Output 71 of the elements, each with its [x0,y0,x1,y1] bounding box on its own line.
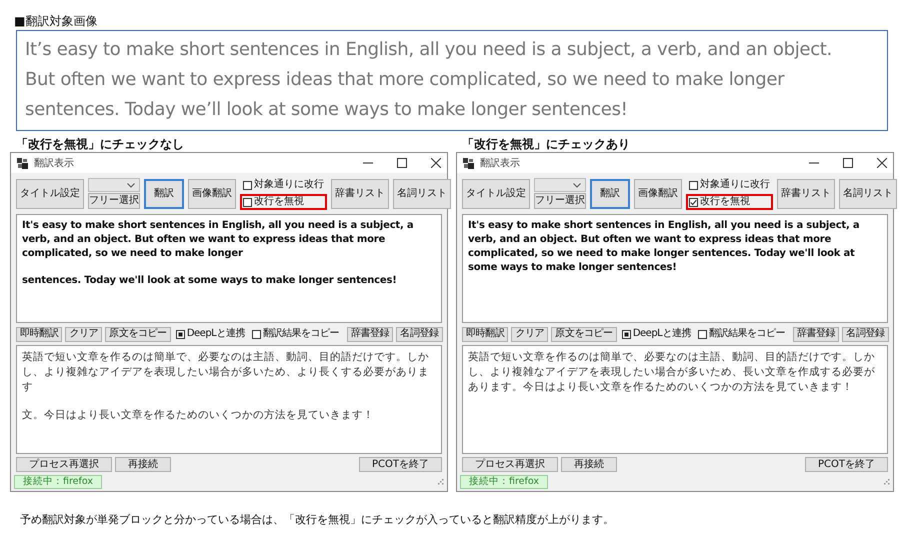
process-button[interactable]: 再接続 [561,457,617,472]
dictionary-list-button[interactable]: 辞書リスト [777,178,835,208]
checkbox-option[interactable]: 翻訳結果をコピー [250,326,341,342]
resize-grip-icon[interactable] [884,479,890,485]
window-title: 翻訳表示 [480,156,520,170]
action-button[interactable]: 原文をコピー [105,326,171,342]
dictionary-list-button[interactable]: 辞書リスト [331,178,389,208]
dropdown-field[interactable] [534,178,586,192]
section-heading: ■翻訳対象画像 [14,14,98,28]
checkbox-icon[interactable] [689,198,698,206]
checkbox-icon[interactable] [252,330,261,338]
image-translate-button[interactable]: 画像翻訳 [188,178,236,208]
register-button[interactable]: 名詞登録 [842,326,889,342]
free-select-button[interactable]: フリー選択 [534,193,586,209]
action-button[interactable]: クリア [65,326,102,342]
action-button[interactable]: クリア [511,326,548,342]
source-text-area[interactable]: It's easy to make short sentences in English, all you need is a subject, a verb, and an object. But often we want to express ideas that more complicated, so we need to make longer sentences. Today we'll look at some ways to make longer sentences! [462,214,888,323]
app-icon [463,158,474,168]
register-button[interactable]: 辞書登録 [792,326,840,342]
exit-button[interactable]: PCOTを終了 [805,457,888,472]
footer-note: 予め翻訳対象が単発ブロックと分かっている場合は、「改行を無視」にチェックが入っていると翻訳精度が上がります。 [20,512,615,527]
translate-button[interactable]: 翻訳 [144,178,184,208]
resize-grip-icon[interactable] [438,479,444,485]
register-button[interactable]: 名詞登録 [396,326,443,342]
checkbox-option[interactable]: 対象通りに改行 [240,177,327,193]
maximize-icon[interactable] [397,158,407,168]
panel-caption: 「改行を無視」にチェックなし [16,137,185,152]
checkbox-option[interactable]: 改行を無視 [686,194,773,210]
free-select-button[interactable]: フリー選択 [88,193,140,209]
maximize-icon[interactable] [843,158,853,168]
checkbox-icon[interactable] [176,330,185,338]
close-icon[interactable] [877,158,887,168]
connection-status: 接続中：firefox [460,475,548,489]
translate-button[interactable]: 翻訳 [590,178,630,208]
action-button[interactable]: 即時翻訳 [16,326,62,342]
title-setting-button[interactable]: タイトル設定 [16,178,84,208]
checkbox-icon[interactable] [243,198,252,206]
action-button[interactable]: 即時翻訳 [462,326,508,342]
checkbox-option[interactable]: DeepLと連携 [174,326,247,342]
action-button[interactable]: 原文をコピー [551,326,617,342]
window-title: 翻訳表示 [34,156,74,170]
source-text-line: But often we want to express ideas that more complicated, so we need to make longer [25,68,786,92]
connection-status: 接続中：firefox [14,475,102,489]
chevron-down-icon [573,182,581,188]
exit-button[interactable]: PCOTを終了 [359,457,442,472]
title-setting-button[interactable]: タイトル設定 [462,178,530,208]
source-text-line: It’s easy to make short sentences in English, all you need is a subject, a verb, and an object. [25,38,833,62]
checkbox-icon[interactable] [243,180,252,190]
noun-list-button[interactable]: 名詞リスト [393,178,451,208]
chevron-down-icon [127,182,135,188]
process-button[interactable]: プロセス再選択 [462,457,558,472]
process-button[interactable]: 再接続 [115,457,171,472]
checkbox-option[interactable]: 翻訳結果をコピー [696,326,787,342]
register-button[interactable]: 辞書登録 [346,326,394,342]
checkbox-icon[interactable] [622,330,631,338]
checkbox-option[interactable]: 改行を無視 [240,194,327,210]
noun-list-button[interactable]: 名詞リスト [839,178,897,208]
panel-caption: 「改行を無視」にチェックあり [462,137,631,152]
translation-text-area[interactable]: 英語で短い文章を作るのは簡単で、必要なのは主語、動詞、目的語だけです。しかし、より複雑なアイデアを表現したい場合が多いため、より長くする必要があります 文。今日はより長い文章を作るためのいくつかの方法を見ていきます！ [16,345,442,454]
source-text-line: sentences. Today we’ll look at some ways to make longer sentences! [25,98,629,122]
close-icon[interactable] [431,158,441,168]
checkbox-icon[interactable] [689,180,698,190]
dropdown-field[interactable] [88,178,140,192]
source-text-area[interactable]: It's easy to make short sentences in English, all you need is a subject, a verb, and an object. But often we want to express ideas that more complicated, so we need to make longer sentences. Today we'll look at some ways to make longer sentences! [16,214,442,323]
translation-text-area[interactable]: 英語で短い文章を作るのは簡単で、必要なのは主語、動詞、目的語だけです。しかし、より複雑なアイデアを表現したい場合が多いため、長い文章を作成する必要があります。今日はより長い文章を作るためのいくつかの方法を見ていきます！ [462,345,888,454]
checkbox-option[interactable]: 対象通りに改行 [686,177,773,193]
checkbox-option[interactable]: DeepLと連携 [620,326,693,342]
checkbox-icon[interactable] [698,330,707,338]
app-icon [17,158,28,168]
process-button[interactable]: プロセス再選択 [16,457,112,472]
image-translate-button[interactable]: 画像翻訳 [634,178,682,208]
